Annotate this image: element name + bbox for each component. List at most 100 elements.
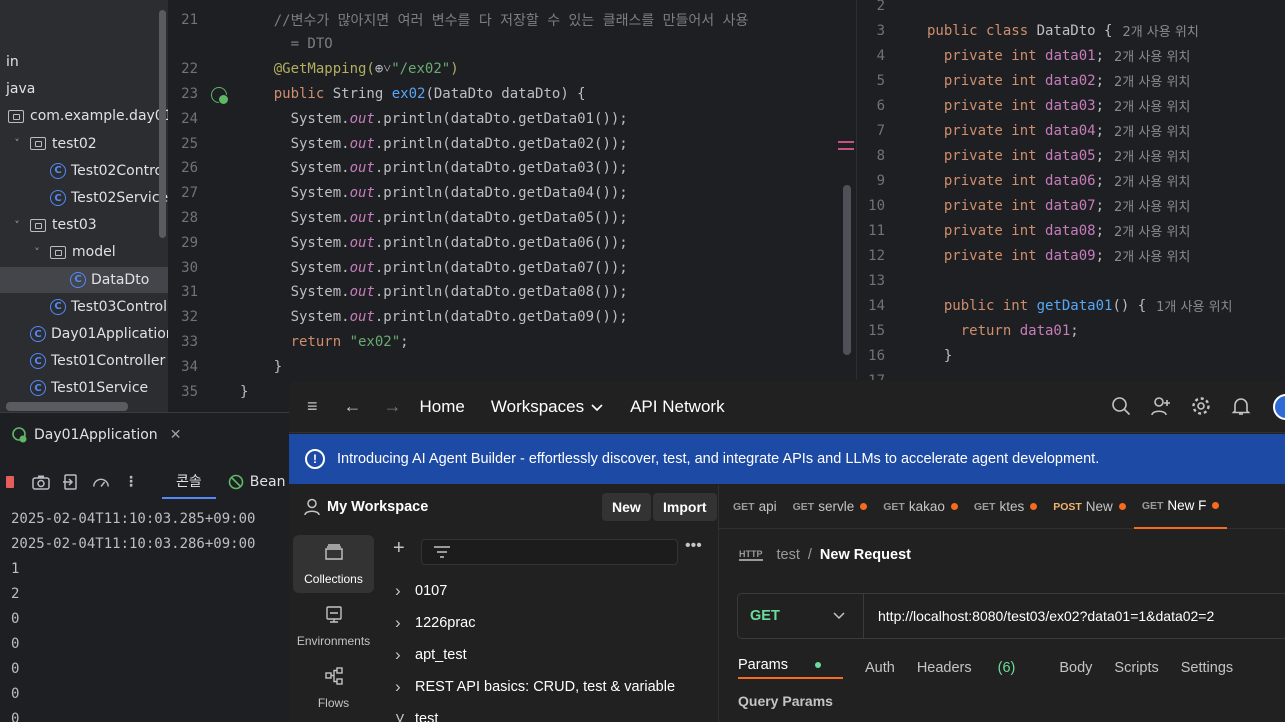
usage-hint[interactable]: 2개 사용 위치 <box>1114 171 1190 190</box>
code-line[interactable]: 9 private int data06; 2개 사용 위치 <box>857 168 1191 193</box>
hamburger-menu-icon[interactable]: ≡ <box>307 396 318 417</box>
usage-hint[interactable]: 2개 사용 위치 <box>1114 221 1190 240</box>
code-line[interactable]: 27 System. out .println(dataDto.getData04(… <box>168 181 628 206</box>
breadcrumb-request[interactable]: New Request <box>820 547 911 563</box>
usage-hint[interactable]: 2개 사용 위치 <box>1114 196 1190 215</box>
collection-item[interactable]: › 0107 <box>395 576 447 606</box>
code-line[interactable]: 23 public String ex02 (DataDto dataDto) { <box>168 81 585 106</box>
tree-item[interactable]: in <box>0 49 168 75</box>
breadcrumb-collection[interactable]: test <box>777 547 800 563</box>
camera-icon[interactable] <box>32 473 50 491</box>
bell-icon[interactable] <box>1231 396 1251 416</box>
tab-headers[interactable]: Headers (6) <box>917 657 1038 679</box>
run-config-tab[interactable]: Day01Application ✕ <box>10 427 181 443</box>
code-line[interactable]: 7 private int data04; 2개 사용 위치 <box>857 118 1191 143</box>
code-line[interactable]: 2 <box>857 0 927 18</box>
tree-item[interactable]: C Test01Service <box>0 375 168 401</box>
back-arrow-icon[interactable]: ← <box>344 396 362 417</box>
nav-workspaces[interactable]: Workspaces <box>491 397 604 417</box>
tree-item[interactable]: C Test02Controlle <box>0 158 168 184</box>
sidebar-item-environments[interactable]: Environments <box>293 597 374 655</box>
usage-hint[interactable]: 2개 사용 위치 <box>1122 21 1198 40</box>
more-horizontal-icon[interactable]: ••• <box>685 537 702 555</box>
tree-item[interactable]: ˅ model <box>0 239 168 265</box>
chevron-down-icon[interactable]: ˅ <box>10 137 24 150</box>
code-line[interactable]: 31 System. out .println(dataDto.getData08(… <box>168 280 628 305</box>
code-line[interactable]: 35} <box>168 379 248 404</box>
code-line[interactable]: 34 } <box>168 354 282 379</box>
datadto-editor[interactable]: 2 3 public class DataDto {2개 사용 위치 4 privat… <box>856 0 1285 380</box>
tree-item[interactable]: com.example.day01 <box>0 103 168 129</box>
tab-console[interactable]: 콘솔 <box>162 465 216 499</box>
close-icon[interactable]: ✕ <box>170 427 182 443</box>
tab-settings[interactable]: Settings <box>1181 657 1233 679</box>
tab-auth[interactable]: Auth <box>865 657 895 679</box>
code-line[interactable]: 22 @GetMapping(⊕˅ "/ex02") <box>168 57 459 82</box>
code-line[interactable]: 26 System. out .println(dataDto.getData03(… <box>168 156 628 181</box>
add-user-icon[interactable] <box>1151 396 1171 416</box>
code-line[interactable]: 5 private int data02; 2개 사용 위치 <box>857 68 1191 93</box>
controller-editor[interactable]: 21 //변수가 많아지면 여러 변수를 다 저장할 수 있는 클래스를 만들어… <box>168 0 854 412</box>
collection-filter-input[interactable] <box>421 539 678 565</box>
tree-item[interactable]: C Test03Controlle <box>0 294 168 320</box>
tree-horizontal-scrollbar[interactable] <box>6 402 128 411</box>
code-line[interactable]: 12 private int data09; 2개 사용 위치 <box>857 243 1190 268</box>
code-line[interactable]: 13 <box>857 268 927 293</box>
usage-hint[interactable]: 2개 사용 위치 <box>1114 121 1190 140</box>
stop-icon[interactable] <box>2 473 20 491</box>
code-line[interactable]: 21 //변수가 많아지면 여러 변수를 다 저장할 수 있는 클래스를 만들어… <box>168 7 748 32</box>
usage-hint[interactable]: 1개 사용 위치 <box>1156 296 1232 315</box>
code-line[interactable]: 8 private int data05; 2개 사용 위치 <box>857 143 1191 168</box>
code-line[interactable]: = DTO <box>168 32 333 57</box>
tab-body[interactable]: Body <box>1059 657 1092 679</box>
request-tab[interactable]: GET ktes <box>966 485 1045 529</box>
url-input[interactable]: http://localhost:8080/test03/ex02?data01… <box>878 608 1214 624</box>
code-line[interactable]: 3 public class DataDto {2개 사용 위치 <box>857 18 1199 43</box>
usage-hint[interactable]: 2개 사용 위치 <box>1114 46 1190 65</box>
tree-item[interactable]: java <box>0 76 168 102</box>
collection-item[interactable]: › REST API basics: CRUD, test & variable <box>395 672 675 702</box>
search-icon[interactable] <box>1111 396 1131 416</box>
code-line[interactable]: 4 private int data01; 2개 사용 위치 <box>857 43 1191 68</box>
exit-icon[interactable] <box>62 473 80 491</box>
tree-vertical-scrollbar[interactable] <box>159 10 166 238</box>
tree-item[interactable]: ˅ test03 <box>0 212 168 238</box>
code-line[interactable]: 14 public int getData01() {1개 사용 위치 <box>857 293 1232 318</box>
tree-item[interactable]: C DataDto <box>0 266 168 293</box>
new-button[interactable]: New <box>602 493 651 521</box>
collection-item[interactable]: › apt_test <box>395 640 467 670</box>
usage-hint[interactable]: 2개 사용 위치 <box>1114 96 1190 115</box>
code-line[interactable]: 32 System. out .println(dataDto.getData09(… <box>168 305 628 330</box>
sidebar-item-flows[interactable]: Flows <box>293 659 374 717</box>
tree-item[interactable]: ˅ test02 <box>0 131 168 157</box>
gear-icon[interactable] <box>1191 396 1211 416</box>
request-tab[interactable]: GET api <box>725 485 785 529</box>
collection-item[interactable]: ˅ test <box>395 704 438 722</box>
code-line[interactable]: 30 System. out .println(dataDto.getData07(… <box>168 255 628 280</box>
method-select[interactable]: GET <box>738 594 864 638</box>
add-collection-icon[interactable]: + <box>393 537 405 560</box>
tab-params[interactable]: Params <box>738 657 843 679</box>
avatar[interactable] <box>1273 394 1285 420</box>
tree-item[interactable]: C Day01Application <box>0 321 168 347</box>
profiler-icon[interactable] <box>92 473 110 491</box>
code-line[interactable]: 33 return "ex02"; <box>168 329 408 354</box>
chevron-down-icon[interactable]: ˅ <box>10 219 24 232</box>
tab-scripts[interactable]: Scripts <box>1114 657 1158 679</box>
collection-item[interactable]: › 1226prac <box>395 608 475 638</box>
more-vertical-icon[interactable]: ⋮ <box>122 473 140 491</box>
chevron-down-icon[interactable]: ˅ <box>30 246 44 259</box>
code-line[interactable]: 15 return data01; <box>857 318 1079 343</box>
code-line[interactable]: 28 System. out .println(dataDto.getData05(… <box>168 205 628 230</box>
import-button[interactable]: Import <box>653 493 717 521</box>
sidebar-item-collections[interactable]: Collections <box>293 535 374 593</box>
usage-hint[interactable]: 2개 사용 위치 <box>1114 71 1190 90</box>
nav-api-network[interactable]: API Network <box>630 397 724 417</box>
code-line[interactable]: 24 System. out .println(dataDto.getData01(… <box>168 106 628 131</box>
code-line[interactable]: 25 System. out .println(dataDto.getData02(… <box>168 131 628 156</box>
nav-home[interactable]: Home <box>420 397 465 417</box>
usage-hint[interactable]: 2개 사용 위치 <box>1114 146 1190 165</box>
tab-bean[interactable]: Bean <box>228 474 285 490</box>
tree-item[interactable]: C Test02Service <box>0 185 168 211</box>
forward-arrow-icon[interactable]: → <box>384 396 402 417</box>
